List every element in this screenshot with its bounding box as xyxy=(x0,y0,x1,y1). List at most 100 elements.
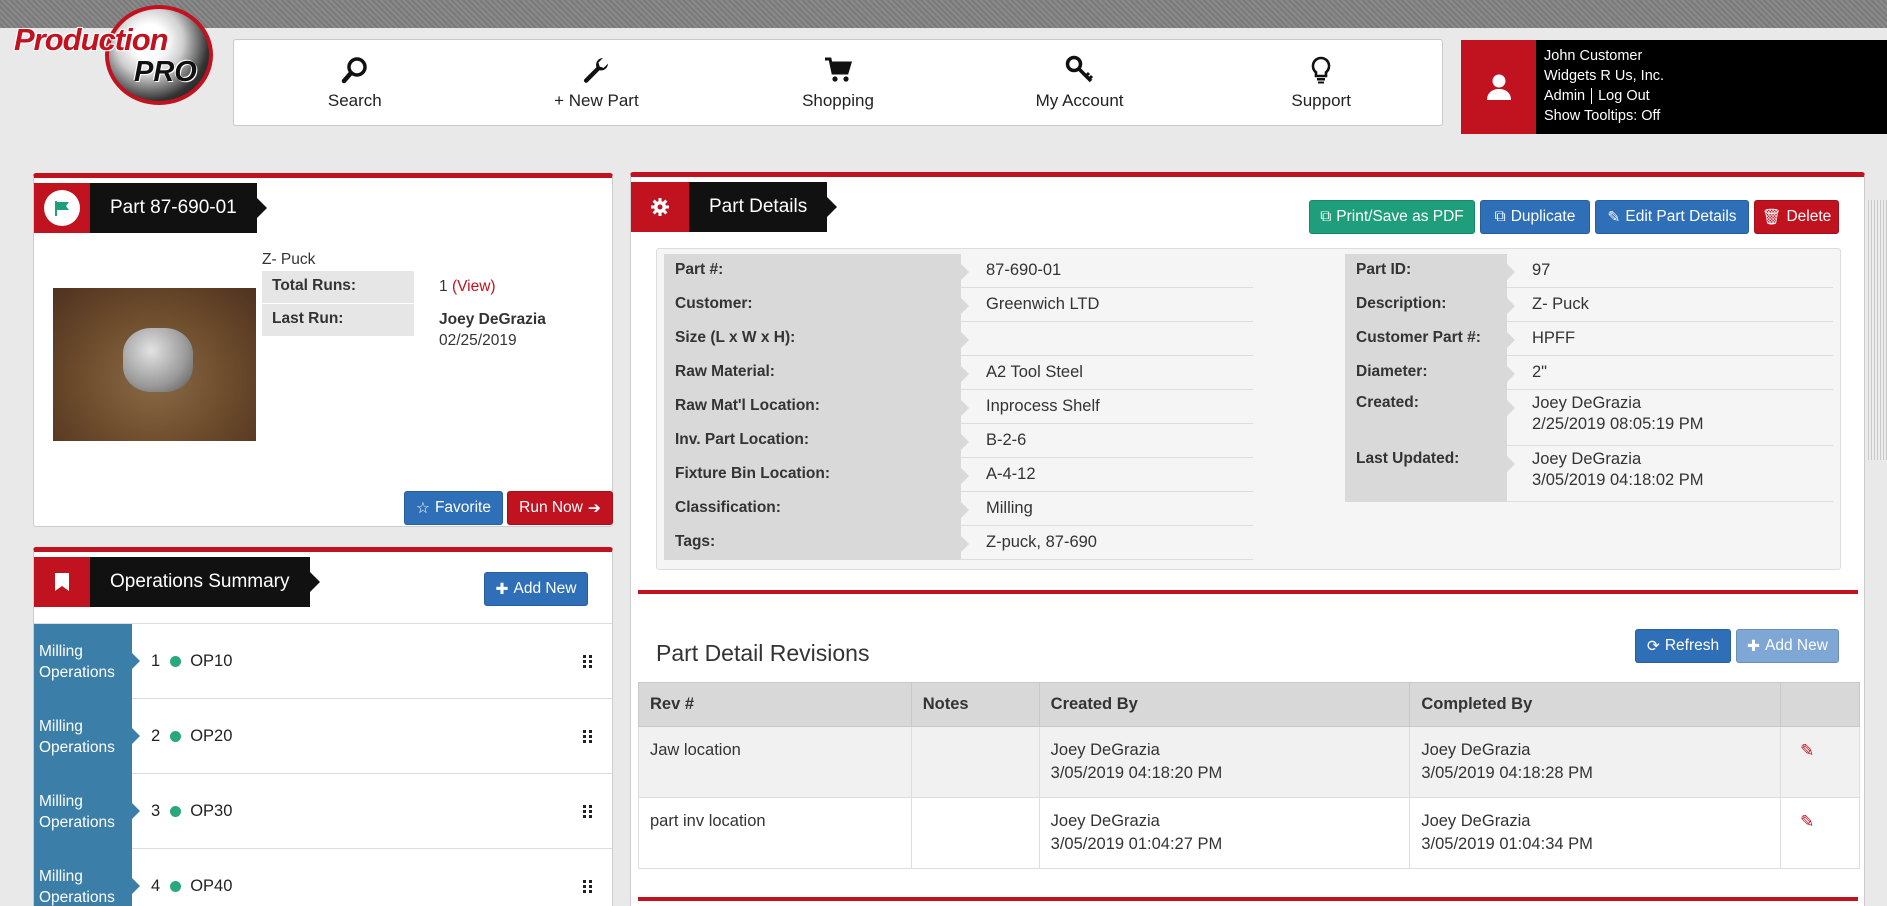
logo-text-production: Production xyxy=(14,22,169,57)
detail-row: Tags: Z-puck, 87-690 xyxy=(664,526,1253,560)
detail-value: 87-690-01 xyxy=(961,254,1253,288)
drag-handle-icon[interactable] xyxy=(582,879,594,893)
logout-link[interactable]: Log Out xyxy=(1598,88,1650,104)
detail-value: Milling xyxy=(961,492,1253,526)
plus-icon: ✚ xyxy=(1747,637,1761,655)
operation-row[interactable]: Milling Operations 2 OP20 xyxy=(34,698,612,774)
favorite-label: Favorite xyxy=(434,499,491,516)
edit-part-details-button[interactable]: ✎ Edit Part Details xyxy=(1595,200,1749,234)
arrow-right-icon: ➔ xyxy=(587,499,601,517)
detail-value-line: A-4-12 xyxy=(986,465,1036,483)
detail-row: Inv. Part Location: B-2-6 xyxy=(664,424,1253,458)
operation-code: OP20 xyxy=(190,726,233,745)
detail-label: Last Updated: xyxy=(1345,446,1515,502)
drag-handle-icon[interactable] xyxy=(582,804,594,818)
gear-icon xyxy=(651,198,669,216)
nav-new-part[interactable]: + New Part xyxy=(476,40,718,125)
nav-shopping[interactable]: Shopping xyxy=(717,40,959,125)
completed-date: 3/05/2019 01:04:34 PM xyxy=(1421,835,1593,853)
add-revision-button[interactable]: ✚ Add New xyxy=(1736,629,1839,663)
part-image[interactable] xyxy=(53,288,256,441)
detail-label: Classification: xyxy=(664,492,969,526)
total-runs-number: 1 xyxy=(439,278,448,295)
col-rev[interactable]: Rev # xyxy=(638,682,912,727)
operation-code: OP40 xyxy=(190,876,233,895)
top-stripe xyxy=(0,0,1887,28)
detail-row: Customer Part #: HPFF xyxy=(1345,322,1833,356)
col-created-by[interactable]: Created By xyxy=(1038,682,1411,727)
run-now-button[interactable]: Run Now ➔ xyxy=(507,491,613,525)
favorite-button[interactable]: ☆ Favorite xyxy=(404,491,503,525)
detail-value-line: Z-puck, 87-690 xyxy=(986,533,1097,551)
operation-row[interactable]: Milling Operations 3 OP30 xyxy=(34,773,612,849)
operation-number: 4 xyxy=(151,876,161,895)
last-run-label: Last Run: xyxy=(262,304,414,336)
operation-code: OP30 xyxy=(190,801,233,820)
detail-value-line: Z- Puck xyxy=(1532,295,1589,313)
operations-ribbon-icon-box xyxy=(34,557,90,607)
operation-number: 2 xyxy=(151,726,161,745)
pencil-icon[interactable]: ✎ xyxy=(1792,741,1814,760)
col-notes[interactable]: Notes xyxy=(910,682,1040,727)
refresh-icon: ⟳ xyxy=(1646,637,1660,655)
user-avatar[interactable] xyxy=(1461,40,1536,134)
add-operation-button[interactable]: ✚ Add New xyxy=(484,572,588,606)
rev-notes xyxy=(910,726,1040,798)
print-pdf-button[interactable]: ⧉ Print/Save as PDF xyxy=(1309,200,1475,234)
detail-value: 2" xyxy=(1507,356,1833,390)
pencil-icon[interactable]: ✎ xyxy=(1792,812,1814,831)
external-link-icon: ⧉ xyxy=(1494,208,1506,225)
tooltips-toggle[interactable]: Show Tooltips: Off xyxy=(1544,108,1660,124)
created-date: 3/05/2019 01:04:27 PM xyxy=(1050,835,1223,853)
drag-handle-icon[interactable] xyxy=(582,729,594,743)
production-pro-logo[interactable]: Production PRO xyxy=(10,2,213,106)
detail-value: Z-puck, 87-690 xyxy=(961,526,1253,560)
lightbulb-icon xyxy=(1311,56,1331,83)
detail-label: Raw Material: xyxy=(664,356,969,390)
print-label: Print/Save as PDF xyxy=(1336,208,1464,225)
operation-row[interactable]: Milling Operations 1 OP10 xyxy=(34,623,612,699)
detail-row: Size (L x W x H): xyxy=(664,322,1253,356)
detail-label: Description: xyxy=(1345,288,1515,322)
operations-summary-card: Operations Summary ✚ Add New Milling Oper… xyxy=(33,547,613,906)
nav-search-label: Search xyxy=(327,90,382,110)
detail-row: Last Updated: Joey DeGrazia 3/05/2019 04:1… xyxy=(1345,446,1833,502)
nav-support[interactable]: Support xyxy=(1200,40,1442,125)
detail-value: B-2-6 xyxy=(961,424,1253,458)
logo-text-pro: PRO xyxy=(134,56,197,88)
operations-list: Milling Operations 1 OP10 Milling Operat… xyxy=(34,623,612,906)
detail-value-line: 3/05/2019 04:18:02 PM xyxy=(1532,471,1704,489)
total-runs-label: Total Runs: xyxy=(262,271,414,303)
detail-label: Raw Mat'l Location: xyxy=(664,390,969,424)
detail-label: Fixture Bin Location: xyxy=(664,458,969,492)
operation-type: Milling Operations xyxy=(34,623,140,699)
operation-row[interactable]: Milling Operations 4 OP40 xyxy=(34,848,612,906)
detail-row: Fixture Bin Location: A-4-12 xyxy=(664,458,1253,492)
part-ribbon-icon-box xyxy=(34,183,90,233)
col-completed-by[interactable]: Completed By xyxy=(1409,682,1781,727)
part-description: Z- Puck xyxy=(262,251,316,268)
rev-name: part inv location xyxy=(638,797,912,869)
detail-value: Joey DeGrazia 2/25/2019 08:05:19 PM xyxy=(1507,390,1833,446)
status-dot xyxy=(170,805,182,817)
drag-handle-icon[interactable] xyxy=(582,654,594,668)
delete-label: Delete xyxy=(1786,208,1832,225)
completed-name: Joey DeGrazia xyxy=(1421,812,1531,830)
nav-shopping-label: Shopping xyxy=(802,90,874,110)
part-details-ribbon-icon-box xyxy=(631,182,689,232)
flag-icon xyxy=(44,190,80,226)
part-title: Part 87-690-01 xyxy=(90,183,267,233)
nav-my-account[interactable]: My Account xyxy=(959,40,1201,125)
duplicate-button[interactable]: ⧉ Duplicate xyxy=(1480,200,1590,234)
main-navbar: Search + New Part Shopping My Account Su… xyxy=(233,39,1443,126)
operation-type: Milling Operations xyxy=(34,698,140,774)
refresh-button[interactable]: ⟳ Refresh xyxy=(1635,629,1731,663)
view-runs-link[interactable]: (View) xyxy=(452,278,496,295)
nav-search[interactable]: Search xyxy=(234,40,476,125)
created-name: Joey DeGrazia xyxy=(1050,741,1160,759)
operations-title: Operations Summary xyxy=(90,557,320,607)
delete-button[interactable]: 🗑 Delete xyxy=(1754,200,1839,234)
admin-link[interactable]: Admin xyxy=(1544,88,1585,104)
total-runs-value: 1 (View) xyxy=(439,278,496,296)
detail-value-line: Joey DeGrazia xyxy=(1532,394,1642,412)
